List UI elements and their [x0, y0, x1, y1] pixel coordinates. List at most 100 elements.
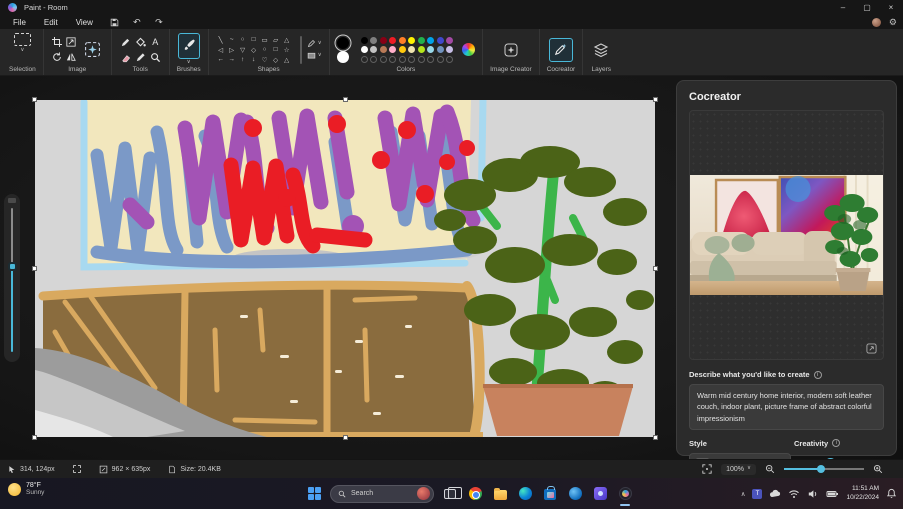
user-avatar[interactable] — [872, 18, 881, 27]
canvas-handle-n[interactable] — [343, 97, 348, 102]
pencil-tool-icon[interactable] — [119, 36, 132, 49]
menu-view[interactable]: View — [67, 17, 102, 28]
color-swatch-empty[interactable] — [408, 56, 415, 63]
shapes-scrollbar[interactable] — [300, 36, 302, 64]
generative-erase-icon[interactable] — [82, 38, 104, 62]
color-swatch[interactable] — [418, 37, 425, 44]
color-swatch-empty[interactable] — [418, 56, 425, 63]
shape-icon[interactable]: ◇ — [271, 55, 281, 64]
shape-outline-dropdown[interactable]: ∨ — [307, 39, 322, 48]
taskbar-app-chrome[interactable] — [466, 482, 484, 506]
color-swatch[interactable] — [427, 37, 434, 44]
background-color-swatch[interactable] — [337, 51, 349, 63]
flip-icon[interactable] — [65, 51, 77, 64]
teams-icon[interactable]: T — [752, 489, 762, 499]
zoom-in-icon[interactable] — [873, 464, 883, 474]
color-swatch-empty[interactable] — [446, 56, 453, 63]
shape-icon[interactable]: ☆ — [282, 45, 292, 54]
task-view-button[interactable] — [441, 482, 459, 506]
taskbar-search-box[interactable]: Search — [330, 485, 434, 503]
color-swatch[interactable] — [446, 46, 453, 53]
zoom-out-icon[interactable] — [765, 464, 775, 474]
color-picker-tool-icon[interactable] — [134, 51, 147, 64]
text-tool-icon[interactable]: A — [149, 36, 162, 49]
color-swatch[interactable] — [427, 46, 434, 53]
fit-to-screen-icon[interactable] — [702, 464, 712, 474]
resize-icon[interactable] — [65, 36, 77, 49]
drawing-canvas[interactable] — [35, 100, 655, 437]
color-swatch-empty[interactable] — [437, 56, 444, 63]
foreground-color-swatch[interactable] — [337, 37, 349, 49]
redo-icon[interactable]: ↷ — [150, 16, 168, 28]
color-swatch[interactable] — [399, 46, 406, 53]
info-icon[interactable]: i — [814, 371, 822, 379]
shape-icon[interactable]: ▷ — [227, 45, 237, 54]
color-swatch[interactable] — [437, 37, 444, 44]
canvas-handle-se[interactable] — [653, 435, 658, 440]
fill-tool-icon[interactable] — [134, 36, 147, 49]
canvas-handle-sw[interactable] — [32, 435, 37, 440]
color-swatch-empty[interactable] — [389, 56, 396, 63]
color-swatch-empty[interactable] — [361, 56, 368, 63]
zoom-slider-thumb[interactable] — [817, 465, 825, 473]
shape-icon[interactable]: → — [227, 55, 237, 64]
save-icon[interactable] — [106, 16, 124, 28]
shape-icon[interactable]: ~ — [227, 35, 237, 44]
shape-icon[interactable]: □ — [249, 35, 259, 44]
shape-icon[interactable]: △ — [282, 55, 292, 64]
shape-icon[interactable]: ○ — [260, 45, 270, 54]
color-swatch-empty[interactable] — [399, 56, 406, 63]
expand-preview-icon[interactable] — [866, 343, 877, 354]
brushes-button[interactable] — [178, 33, 200, 59]
color-swatch[interactable] — [399, 37, 406, 44]
shape-icon[interactable]: ◁ — [216, 45, 226, 54]
info-icon[interactable]: i — [832, 439, 840, 447]
generated-image-preview[interactable] — [690, 175, 883, 295]
prompt-input[interactable]: Warm mid century home interior, modern s… — [689, 384, 884, 430]
color-swatch-empty[interactable] — [380, 56, 387, 63]
shape-icon[interactable]: ▭ — [260, 35, 270, 44]
color-swatch[interactable] — [446, 37, 453, 44]
cocreator-button[interactable] — [549, 38, 573, 62]
color-swatch[interactable] — [389, 37, 396, 44]
color-swatch[interactable] — [380, 46, 387, 53]
menu-edit[interactable]: Edit — [35, 17, 67, 28]
canvas-handle-w[interactable] — [32, 266, 37, 271]
color-swatch[interactable] — [437, 46, 444, 53]
battery-icon[interactable] — [826, 488, 839, 500]
color-swatch-empty[interactable] — [370, 56, 377, 63]
taskbar-app-file-explorer[interactable] — [491, 482, 509, 506]
zoom-level-dropdown[interactable]: 100% ∨ — [721, 464, 756, 475]
canvas-handle-ne[interactable] — [653, 97, 658, 102]
eraser-tool-icon[interactable] — [119, 51, 132, 64]
crop-icon[interactable] — [51, 36, 63, 49]
image-creator-button[interactable] — [500, 38, 522, 62]
wifi-icon[interactable] — [788, 488, 800, 500]
shape-icon[interactable]: ← — [216, 55, 226, 64]
rotate-icon[interactable] — [51, 51, 63, 64]
brush-size-slider[interactable] — [4, 194, 20, 362]
color-swatch[interactable] — [389, 46, 396, 53]
start-button[interactable] — [305, 482, 323, 506]
shape-icon[interactable]: ↑ — [238, 55, 248, 64]
minimize-button[interactable]: – — [831, 0, 855, 15]
taskbar-app-paint-active[interactable] — [616, 482, 634, 506]
edit-colors-wheel-icon[interactable] — [462, 43, 475, 56]
taskbar-clock[interactable]: 11:51 AM 10/22/2024 — [846, 485, 879, 503]
shape-icon[interactable]: ▽ — [238, 45, 248, 54]
maximize-button[interactable]: ▢ — [855, 0, 879, 15]
taskbar-app-designer[interactable] — [591, 482, 609, 506]
shape-icon[interactable]: ○ — [238, 35, 248, 44]
canvas-handle-nw[interactable] — [32, 97, 37, 102]
color-swatch[interactable] — [380, 37, 387, 44]
shape-icon[interactable]: △ — [282, 35, 292, 44]
settings-gear-icon[interactable]: ⚙ — [889, 18, 897, 27]
shape-icon[interactable]: ▱ — [271, 35, 281, 44]
shape-icon[interactable]: □ — [271, 45, 281, 54]
close-button[interactable]: × — [879, 0, 903, 15]
color-swatch[interactable] — [361, 37, 368, 44]
undo-icon[interactable]: ↶ — [128, 16, 146, 28]
shape-fill-dropdown[interactable]: ∨ — [307, 51, 322, 60]
weather-widget[interactable]: 78°F Sunny — [8, 482, 44, 496]
notification-bell-icon[interactable] — [886, 488, 897, 499]
